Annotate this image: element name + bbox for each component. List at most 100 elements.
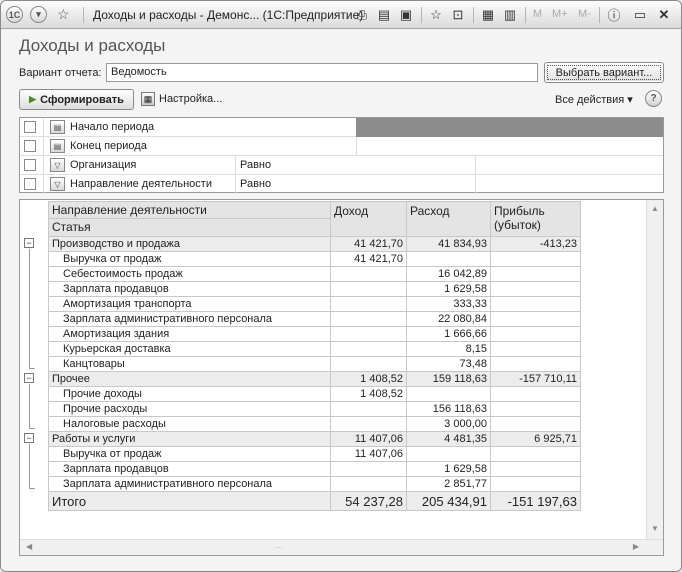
toolbar-separator: [473, 7, 474, 23]
row-expense: 41 834,93: [406, 236, 491, 252]
row-expense: 16 042,89: [406, 266, 491, 282]
table-row[interactable]: Зарплата продавцов 1 629,58: [48, 281, 581, 297]
row-label: Амортизация транспорта: [48, 296, 331, 312]
row-income: [330, 476, 407, 492]
toolbar-separator: [421, 7, 422, 23]
collapse-group-icon[interactable]: −: [24, 373, 34, 383]
row-income: [330, 266, 407, 282]
info-icon[interactable]: ⓘ: [605, 6, 623, 23]
report-rows: Производство и продажа 41 421,70 41 834,93…: [48, 236, 581, 492]
table-row[interactable]: Выручка от продаж 41 421,70: [48, 251, 581, 267]
filter-checkbox[interactable]: [24, 140, 36, 152]
table-row[interactable]: Зарплата административного персонала 22 0…: [48, 311, 581, 327]
memory-minus-button[interactable]: M-: [578, 8, 591, 20]
variant-input[interactable]: Ведомость: [106, 63, 538, 82]
minimize-icon[interactable]: ▭: [631, 6, 649, 23]
row-profit: -413,23: [490, 236, 581, 252]
print-icon[interactable]: ⎙: [353, 6, 371, 23]
choose-variant-button[interactable]: Выбрать вариант...: [544, 62, 664, 83]
scroll-left-icon[interactable]: ◀: [26, 542, 32, 551]
vertical-scrollbar[interactable]: ▲ ▼: [646, 200, 663, 540]
row-label: Курьерская доставка: [48, 341, 331, 357]
table-row[interactable]: Канцтовары 73,48: [48, 356, 581, 372]
row-income: [330, 296, 407, 312]
calculator-icon[interactable]: ▦: [479, 6, 497, 23]
total-label: Итого: [48, 491, 331, 511]
row-label: Зарплата продавцов: [48, 281, 331, 297]
row-income: [330, 461, 407, 477]
generate-button[interactable]: ▶ Сформировать: [19, 89, 134, 110]
row-profit: -157 710,11: [490, 371, 581, 387]
scroll-down-icon[interactable]: ▼: [649, 524, 661, 536]
row-expense: 159 118,63: [406, 371, 491, 387]
filter-condition[interactable]: Равно: [240, 159, 271, 171]
table-row[interactable]: Выручка от продаж 11 407,06: [48, 446, 581, 462]
filter-checkbox[interactable]: [24, 121, 36, 133]
row-label: Выручка от продаж: [48, 251, 331, 267]
total-income: 54 237,28: [330, 491, 407, 511]
table-row[interactable]: Налоговые расходы 3 000,00: [48, 416, 581, 432]
row-income: [330, 341, 407, 357]
scroll-right-icon[interactable]: ▶: [633, 542, 639, 551]
table-row[interactable]: Прочие доходы 1 408,52: [48, 386, 581, 402]
row-expense: 8,15: [406, 341, 491, 357]
row-expense: 73,48: [406, 356, 491, 372]
filter-checkbox[interactable]: [24, 178, 36, 190]
row-label: Амортизация здания: [48, 326, 331, 342]
table-row[interactable]: Курьерская доставка 8,15: [48, 341, 581, 357]
header-profit: Прибыль (убыток): [490, 201, 581, 237]
table-row[interactable]: Зарплата административного персонала 2 85…: [48, 476, 581, 492]
table-row[interactable]: Себестоимость продаж 16 042,89: [48, 266, 581, 282]
close-icon[interactable]: ✕: [655, 6, 673, 23]
filter-row[interactable]: ▽ Направление деятельности Равно: [20, 175, 663, 194]
row-income: 1 408,52: [330, 386, 407, 402]
memory-plus-button[interactable]: M+: [552, 8, 568, 20]
main-menu-chevron-icon[interactable]: ▾: [30, 6, 47, 23]
scroll-thumb-grip-icon[interactable]: ⋯: [275, 543, 283, 552]
table-row[interactable]: Зарплата продавцов 1 629,58: [48, 461, 581, 477]
favorite-star-icon[interactable]: ☆: [57, 6, 70, 23]
bookmark-icon[interactable]: ⊡: [449, 6, 467, 23]
row-income: 11 407,06: [330, 431, 407, 447]
row-profit: [490, 311, 581, 327]
row-expense: 1 629,58: [406, 461, 491, 477]
table-row[interactable]: Прочие расходы 156 118,63: [48, 401, 581, 417]
app-logo-icon[interactable]: 1С: [6, 6, 23, 23]
header-expense: Расход: [406, 201, 491, 237]
page-title: Доходы и расходы: [19, 36, 166, 55]
group-row[interactable]: Работы и услуги 11 407,06 4 481,35 6 925,71: [48, 431, 581, 447]
filter-row[interactable]: ▤ Начало периода: [20, 118, 663, 137]
settings-button[interactable]: ▦ Настройка...: [141, 92, 222, 106]
row-profit: [490, 326, 581, 342]
filter-checkbox[interactable]: [24, 159, 36, 171]
horizontal-scrollbar[interactable]: ◀ ⋯ ▶: [20, 539, 663, 555]
scroll-up-icon[interactable]: ▲: [649, 204, 661, 216]
calendar-icon[interactable]: ▥: [501, 6, 519, 23]
row-profit: [490, 266, 581, 282]
collapse-group-icon[interactable]: −: [24, 433, 34, 443]
filter-name: Начало периода: [70, 121, 155, 133]
collapse-group-icon[interactable]: −: [24, 238, 34, 248]
header-item: Статья: [52, 220, 91, 234]
row-expense: 1 629,58: [406, 281, 491, 297]
row-profit: [490, 251, 581, 267]
row-label: Канцтовары: [48, 356, 331, 372]
preview-icon[interactable]: ▤: [375, 6, 393, 23]
filter-row[interactable]: ▽ Организация Равно: [20, 156, 663, 175]
row-expense: 3 000,00: [406, 416, 491, 432]
group-row[interactable]: Производство и продажа 41 421,70 41 834,93…: [48, 236, 581, 252]
table-row[interactable]: Амортизация здания 1 666,66: [48, 326, 581, 342]
help-icon[interactable]: ?: [645, 90, 662, 107]
memory-m-button[interactable]: M: [533, 8, 542, 20]
add-favorite-icon[interactable]: ☆: [427, 6, 445, 23]
all-actions-menu[interactable]: Все действия ▾: [555, 93, 633, 106]
row-profit: 6 925,71: [490, 431, 581, 447]
row-income: [330, 281, 407, 297]
save-icon[interactable]: ▣: [397, 6, 415, 23]
group-row[interactable]: Прочее 1 408,52 159 118,63 -157 710,11: [48, 371, 581, 387]
row-label: Прочие расходы: [48, 401, 331, 417]
filter-row[interactable]: ▤ Конец периода: [20, 137, 663, 156]
filter-condition[interactable]: Равно: [240, 178, 271, 190]
row-label: Работы и услуги: [48, 431, 331, 447]
table-row[interactable]: Амортизация транспорта 333,33: [48, 296, 581, 312]
